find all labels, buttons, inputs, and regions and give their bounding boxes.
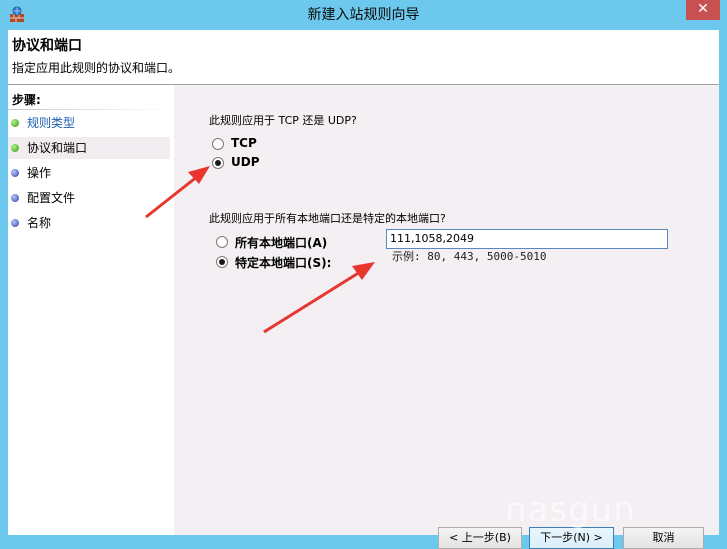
step-pending-icon (11, 169, 19, 177)
window-title: 新建入站规则向导 (307, 7, 420, 23)
tcp-radio[interactable] (212, 138, 224, 150)
udp-label[interactable]: UDP (231, 155, 260, 169)
step-name: 名称 (8, 212, 170, 234)
wizard-frame: 协议和端口 指定应用此规则的协议和端口。 步骤: 规则类型 协议和端口 操作 配… (8, 30, 719, 549)
specific-ports-input[interactable]: 111,1058,2049 (386, 229, 668, 249)
specific-ports-label[interactable]: 特定本地端口(S): (235, 254, 331, 271)
tcp-label[interactable]: TCP (231, 136, 257, 150)
protocol-question: 此规则应用于 TCP 还是 UDP? (209, 112, 357, 128)
next-button[interactable]: 下一步(N) > (529, 527, 614, 549)
watermark: nasgun (505, 490, 636, 530)
close-icon: ✕ (697, 1, 709, 17)
udp-radio[interactable] (212, 157, 224, 169)
page-title: 协议和端口 (12, 38, 82, 54)
wizard-header: 协议和端口 指定应用此规则的协议和端口。 (8, 30, 719, 84)
cancel-button[interactable]: 取消 (623, 527, 704, 549)
ports-input-value: 111,1058,2049 (390, 232, 474, 245)
page-subtitle: 指定应用此规则的协议和端口。 (12, 61, 181, 75)
protocol-question-text: 此规则应用于 TCP 还是 UDP? (209, 114, 357, 127)
step-profile: 配置文件 (8, 187, 170, 209)
back-button[interactable]: < 上一步(B) (438, 527, 522, 549)
specific-ports-radio[interactable] (216, 256, 228, 268)
step-done-icon (11, 119, 19, 127)
all-ports-label[interactable]: 所有本地端口(A) (235, 234, 327, 251)
step-current-icon (11, 144, 19, 152)
ports-example: 示例: 80, 443, 5000-5010 (392, 250, 547, 263)
step-action: 操作 (8, 162, 170, 184)
ports-question: 此规则应用于所有本地端口还是特定的本地端口? (209, 210, 446, 226)
all-ports-radio[interactable] (216, 236, 228, 248)
step-rule-type[interactable]: 规则类型 (8, 112, 170, 134)
ports-question-text: 此规则应用于所有本地端口还是特定的本地端口? (209, 212, 446, 225)
steps-divider (8, 109, 170, 110)
step-label: 协议和端口 (27, 141, 88, 155)
step-label: 规则类型 (27, 116, 76, 130)
title-bar: 新建入站规则向导 ✕ (0, 0, 727, 30)
step-protocol-ports[interactable]: 协议和端口 (8, 137, 170, 159)
steps-title: 步骤: (12, 93, 41, 107)
step-label: 操作 (27, 166, 52, 180)
close-button[interactable]: ✕ (686, 0, 720, 20)
step-pending-icon (11, 194, 19, 202)
step-pending-icon (11, 219, 19, 227)
step-label: 名称 (27, 216, 52, 230)
wizard-content: 此规则应用于 TCP 还是 UDP? TCP UDP 此规则应用于所有本地端口还… (174, 85, 719, 549)
step-label: 配置文件 (27, 191, 76, 205)
steps-sidebar: 步骤: 规则类型 协议和端口 操作 配置文件 名称 (8, 85, 174, 535)
